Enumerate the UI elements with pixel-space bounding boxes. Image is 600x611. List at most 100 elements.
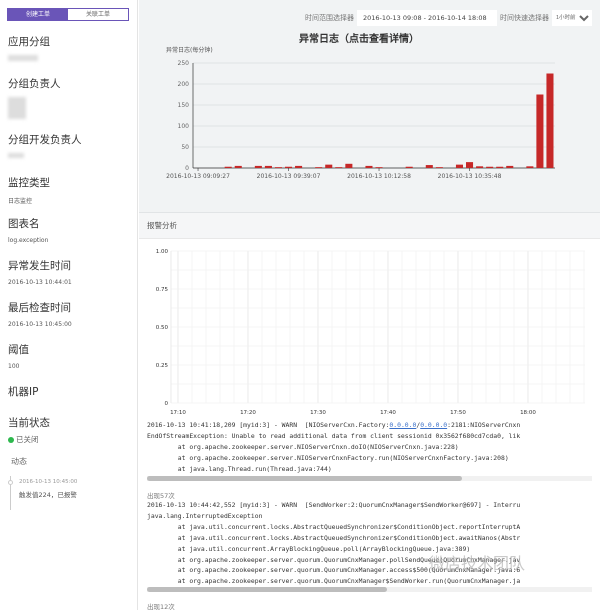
field-app-group: 应用分组	[8, 34, 50, 63]
log-count: 出现57次	[147, 492, 175, 500]
log-entry: 2016-10-13 10:41:18,209 [myid:3] - WARN …	[147, 420, 592, 475]
log-scrollbar[interactable]	[147, 587, 592, 592]
activity-text: 触发值224，已报警	[19, 491, 77, 499]
x-tick-label: 2016-10-13 09:09:27	[166, 173, 230, 180]
y-tick-label: 0	[185, 165, 189, 172]
bar	[345, 163, 353, 168]
field-value: log.exception	[8, 237, 49, 244]
bar	[486, 166, 494, 168]
bar	[536, 94, 544, 168]
field-exception-time: 异常发生时间 2016-10-13 10:44:01	[8, 258, 72, 286]
ip-link[interactable]: 0.0.0.0	[420, 421, 447, 429]
field-label: 机器IP	[8, 386, 39, 398]
x-tick-label: 18:00	[520, 410, 536, 416]
x-tick-label: 17:40	[380, 410, 396, 416]
x-tick-label: 2016-10-13 10:12:58	[347, 173, 411, 180]
redacted-value	[8, 55, 38, 61]
x-tick-label: 2016-10-13 09:39:07	[257, 173, 321, 180]
bar	[224, 166, 232, 168]
x-tick-label: 17:20	[240, 410, 256, 416]
bar	[466, 162, 474, 168]
field-label: 阈值	[8, 344, 29, 356]
x-tick-label: 17:30	[310, 410, 326, 416]
y-tick-label: 150	[178, 102, 190, 109]
bar	[526, 166, 534, 168]
bar	[405, 166, 413, 168]
log-scrollbar[interactable]	[147, 476, 592, 481]
field-label: 异常发生时间	[8, 260, 71, 272]
bar	[274, 167, 282, 168]
field-label: 图表名	[8, 218, 40, 230]
time-range-input[interactable]	[357, 10, 497, 26]
y-tick-label: 250	[178, 60, 190, 67]
status-dot-icon	[8, 436, 14, 443]
watermark: 微店技术团队	[429, 554, 526, 573]
bar	[435, 167, 443, 168]
quick-time-select[interactable]: 1小时前	[552, 10, 592, 26]
activity-time: 2016-10-13 10:45:00	[19, 479, 78, 485]
field-last-check-time: 最后检查时间 2016-10-13 10:45:00	[8, 300, 72, 328]
quick-label: 时间快速选择器	[500, 14, 549, 22]
panel-title: 报警分析	[139, 213, 600, 239]
exception-bar-chart[interactable]: 异常日志(每分钟) 0 50 100 150 200 250 2016-10-13 09:09…	[139, 40, 600, 190]
field-label: 应用分组	[8, 36, 50, 48]
redacted-value	[8, 153, 24, 158]
tab-link-ticket[interactable]: 关联工单	[68, 9, 128, 20]
bar	[254, 165, 262, 168]
y-tick-label: 0	[165, 401, 169, 407]
bar	[455, 164, 463, 168]
field-label: 最后检查时间	[8, 302, 71, 314]
bar	[234, 165, 242, 168]
field-dev-owner: 分组开发负责人	[8, 132, 82, 160]
activity-label: 动态	[11, 457, 27, 466]
field-threshold: 阈值 100	[8, 342, 29, 370]
tab-create-ticket[interactable]: 创建工单	[8, 9, 68, 20]
field-chart-name: 图表名 log.exception	[8, 216, 48, 244]
time-toolbar: 时间范围选择器 时间快速选择器 1小时前	[305, 10, 592, 26]
sidebar: 创建工单 关联工单 应用分组 分组负责人 分组开发负责人 监控类型日志监控 图表…	[0, 0, 138, 610]
bar	[264, 165, 272, 168]
redacted-value	[8, 97, 26, 119]
y-tick-label: 1.00	[156, 249, 169, 255]
field-label: 监控类型	[8, 177, 50, 189]
bar	[476, 166, 484, 168]
field-label: 分组负责人	[8, 78, 61, 90]
bar	[325, 164, 333, 168]
bar	[285, 166, 293, 168]
bar	[496, 166, 504, 168]
y-tick-label: 200	[178, 81, 190, 88]
field-value: 日志监控	[8, 198, 33, 205]
field-value: 2016-10-13 10:45:00	[8, 321, 72, 328]
bar	[506, 165, 514, 168]
field-label: 当前状态	[8, 417, 50, 429]
y-axis-label: 异常日志(每分钟)	[166, 46, 213, 54]
timeline-dot-icon	[8, 480, 13, 485]
field-machine-ip: 机器IP	[8, 384, 38, 399]
log-entry: 2016-10-13 10:44:42,552 [myid:3] - WARN …	[147, 501, 521, 586]
bar	[335, 167, 343, 168]
status-value: 已关闭	[16, 435, 39, 444]
ip-link[interactable]: 0.0.0.0	[389, 421, 416, 429]
bar	[375, 167, 383, 168]
bar	[295, 165, 303, 168]
range-label: 时间范围选择器	[305, 14, 354, 22]
alarm-analysis-panel: 报警分析 0 0.25 0.50 0.75 1.00 17:10 17:20 17:30 17:…	[139, 212, 600, 611]
log-text: 2016-10-13 10:41:18,209 [myid:3] - WARN …	[147, 421, 390, 429]
sidebar-tabs: 创建工单 关联工单	[7, 8, 129, 21]
bar	[425, 165, 433, 168]
y-tick-label: 100	[178, 123, 190, 130]
bar	[315, 167, 323, 168]
main-area: 时间范围选择器 时间快速选择器 1小时前 异常日志（点击查看详情） 异常日志(每…	[139, 0, 600, 611]
x-tick-label: 17:10	[170, 410, 186, 416]
y-tick-label: 50	[181, 144, 189, 151]
x-tick-label: 2016-10-13 10:35:48	[438, 173, 502, 180]
bar	[546, 73, 554, 168]
field-monitor-type: 监控类型 日志监控	[8, 175, 50, 205]
y-tick-label: 0.75	[156, 287, 169, 293]
alarm-line-chart: 0 0.25 0.50 0.75 1.00 17:10 17:20 17:30 17:40 17:…	[156, 249, 585, 416]
x-tick-label: 17:50	[450, 410, 466, 416]
field-label: 分组开发负责人	[8, 134, 82, 146]
y-tick-label: 0.50	[156, 325, 169, 331]
field-value: 2016-10-13 10:44:01	[8, 279, 72, 286]
field-status: 当前状态 已关闭	[8, 415, 50, 445]
